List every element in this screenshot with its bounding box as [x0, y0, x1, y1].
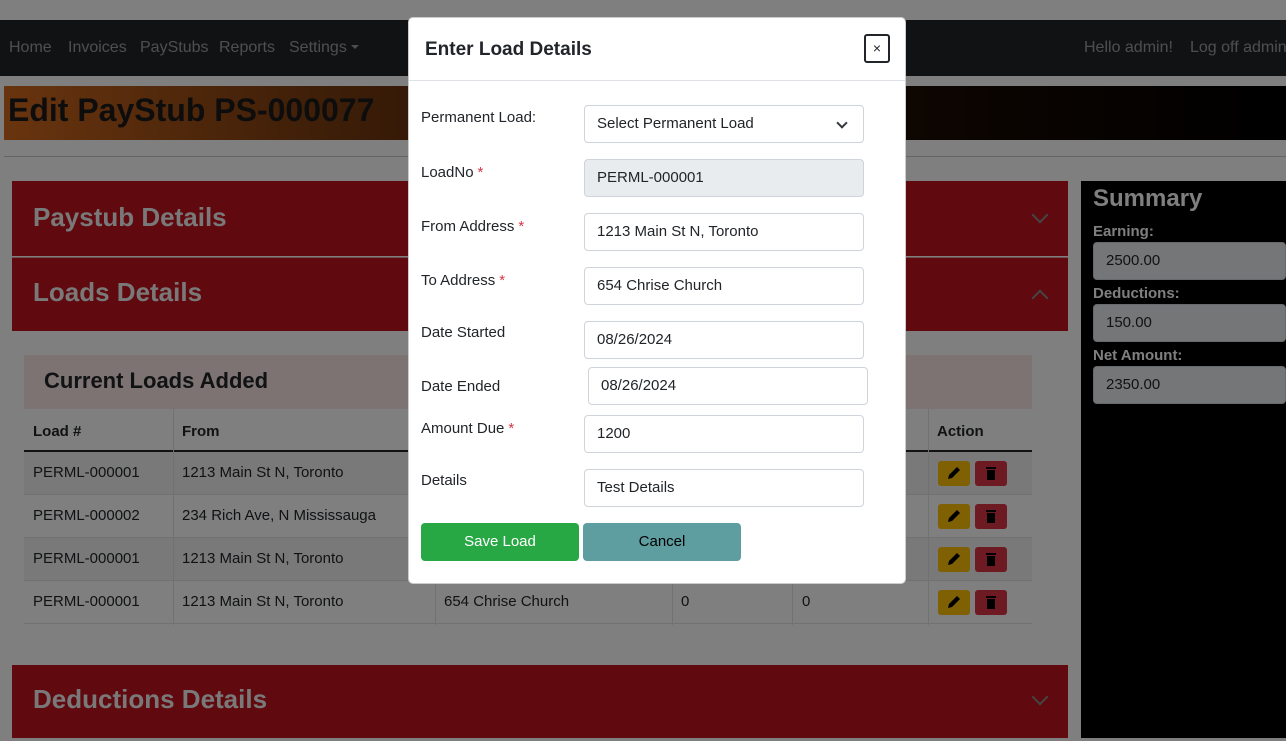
to-address-field[interactable]: 654 Chrise Church [584, 267, 864, 305]
from-address-label-text: From Address [421, 218, 515, 235]
chevron-down-icon [836, 117, 848, 129]
load-no-field[interactable]: PERML-000001 [584, 159, 864, 197]
date-started-label: Date Started [421, 324, 506, 341]
date-ended-label: Date Ended [421, 378, 501, 395]
cancel-button[interactable]: Cancel [583, 523, 741, 561]
permanent-load-select[interactable]: Select Permanent Load [584, 105, 864, 143]
details-field[interactable]: Test Details [584, 469, 864, 507]
modal-title: Enter Load Details [425, 39, 592, 60]
save-load-button[interactable]: Save Load [421, 523, 579, 561]
required-marker: * [508, 420, 515, 437]
to-address-label-text: To Address [421, 272, 496, 289]
from-address-field[interactable]: 1213 Main St N, Toronto [584, 213, 864, 251]
from-address-label: From Address * [421, 218, 524, 235]
to-address-label: To Address * [421, 272, 505, 289]
permanent-load-label: Permanent Load: [421, 109, 537, 126]
required-marker: * [499, 272, 506, 289]
load-no-label-text: LoadNo [421, 164, 474, 181]
amount-due-field[interactable]: 1200 [584, 415, 864, 453]
load-no-label: LoadNo * [421, 164, 483, 181]
close-button[interactable]: × [864, 34, 890, 63]
amount-due-label: Amount Due * [421, 420, 514, 437]
load-details-modal: Enter Load Details × Permanent Load: Sel… [408, 17, 906, 584]
modal-header: Enter Load Details × [409, 18, 905, 81]
permanent-load-value: Select Permanent Load [597, 115, 754, 132]
required-marker: * [477, 164, 484, 181]
date-started-field[interactable]: 08/26/2024 [584, 321, 864, 359]
required-marker: * [518, 218, 525, 235]
amount-due-label-text: Amount Due [421, 420, 505, 437]
date-ended-field[interactable]: 08/26/2024 [588, 367, 868, 405]
details-label: Details [421, 472, 467, 489]
